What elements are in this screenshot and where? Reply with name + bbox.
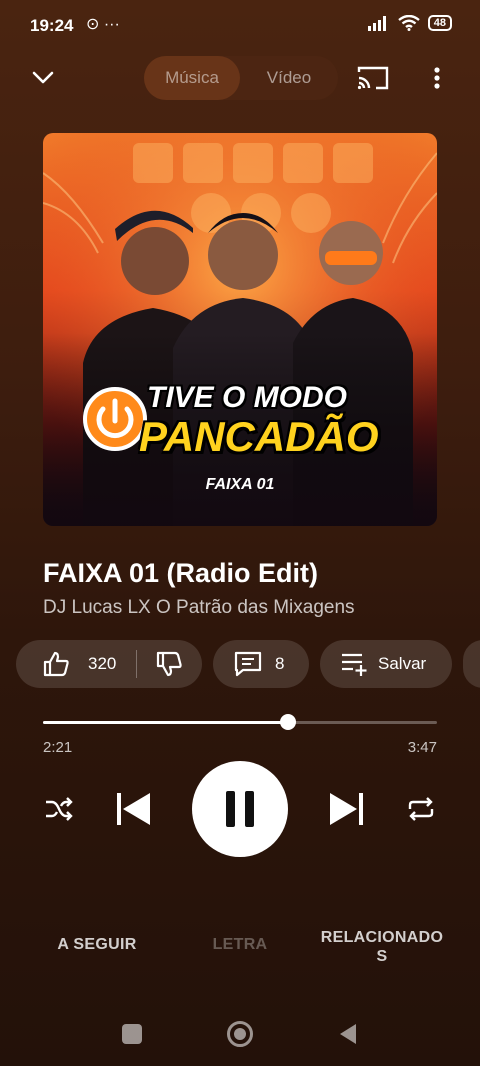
tab-up-next[interactable]: A SEGUIR (40, 936, 154, 954)
tab-music[interactable]: Música (144, 56, 240, 100)
tab-related-line1: RELACIONADO (320, 929, 444, 946)
progress-knob[interactable] (279, 714, 296, 730)
dislike-button[interactable] (137, 640, 202, 688)
save-label: Salvar (378, 654, 427, 673)
tab-related-line2: S (376, 948, 388, 965)
wifi-icon (398, 15, 420, 31)
artwork-track-label: FAIXA 01 (205, 476, 275, 493)
player-top-bar: Música Vídeo (0, 52, 480, 104)
status-bar: 19:24 ⊙ ··· 48 (0, 0, 480, 52)
collapse-player-button[interactable] (28, 60, 58, 96)
tab-related[interactable]: RELACIONADO S (318, 928, 446, 966)
repeat-button[interactable] (402, 790, 440, 828)
signal-icon (367, 16, 386, 31)
shuffle-icon (46, 797, 73, 821)
more-vert-icon (434, 67, 440, 89)
progress-bar[interactable] (43, 714, 437, 730)
progress-fill (43, 721, 288, 724)
cast-icon (357, 66, 389, 90)
like-dislike-group: 320 (16, 640, 202, 688)
next-button[interactable] (326, 789, 368, 829)
album-artwork: TIVE O MODO PANCADÃO FAIXA 01 (43, 133, 437, 526)
cast-button[interactable] (354, 62, 392, 94)
back-icon[interactable] (338, 1023, 358, 1045)
battery-indicator: 48 (427, 15, 452, 31)
playlist-add-icon (342, 653, 367, 676)
total-duration: 3:47 (407, 739, 437, 756)
skip-previous-icon (117, 793, 150, 825)
media-type-toggle: Música Vídeo (144, 56, 338, 100)
recent-apps-icon[interactable] (122, 1024, 142, 1044)
pause-button[interactable] (192, 761, 288, 857)
repeat-icon (408, 797, 434, 821)
thumbs-up-icon (43, 651, 69, 677)
save-button[interactable]: Salvar (320, 640, 452, 688)
tab-video[interactable]: Vídeo (240, 56, 338, 100)
share-button-partial[interactable] (463, 640, 480, 688)
system-nav-bar (0, 1008, 480, 1066)
thumbs-down-icon (156, 651, 182, 677)
elapsed-time: 2:21 (43, 739, 73, 756)
comment-count: 8 (275, 654, 285, 673)
comments-button[interactable]: 8 (213, 640, 309, 688)
notification-icons: ⊙ ··· (86, 16, 120, 33)
artwork-title-line2: PANCADÃO (139, 413, 379, 460)
comment-icon (234, 651, 262, 677)
more-options-button[interactable] (424, 62, 450, 94)
skip-next-icon (330, 793, 363, 825)
shuffle-button[interactable] (40, 790, 78, 828)
artwork-title-line1: TIVE O MODO (147, 381, 348, 414)
tab-lyrics[interactable]: LETRA (190, 936, 290, 954)
status-time: 19:24 (30, 16, 74, 35)
pause-icon (226, 791, 254, 827)
song-title: FAIXA 01 (Radio Edit) (43, 558, 319, 588)
like-button[interactable]: 320 (16, 640, 136, 688)
artwork-image (43, 133, 437, 526)
previous-button[interactable] (112, 789, 154, 829)
home-icon[interactable] (227, 1021, 253, 1047)
like-count: 320 (88, 654, 117, 673)
chevron-down-icon (32, 71, 54, 84)
song-artist[interactable]: DJ Lucas LX O Patrão das Mixagens (43, 597, 355, 619)
